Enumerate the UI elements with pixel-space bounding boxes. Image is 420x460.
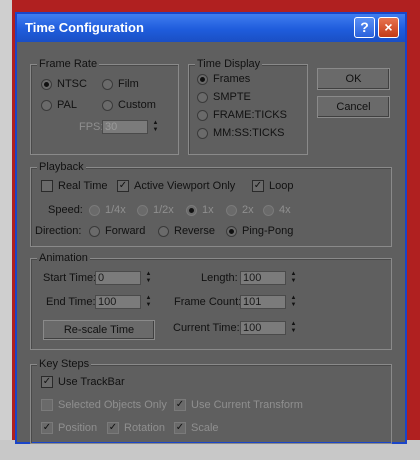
radio-ntsc[interactable]: NTSC — [41, 78, 87, 90]
playback-label: Playback — [37, 161, 86, 173]
radio-indicator — [41, 78, 52, 90]
end-time-label: End Time: — [46, 296, 96, 308]
animation-label: Animation — [37, 252, 90, 264]
radio-pal[interactable]: PAL — [41, 99, 77, 111]
checkbox-rotation[interactable]: ✓ Rotation — [107, 422, 165, 435]
radio-smpte[interactable]: SMPTE — [197, 91, 251, 103]
radio-indicator — [186, 204, 197, 216]
radio-mm-ss-ticks[interactable]: MM:SS:TICKS — [197, 127, 285, 139]
checkbox-active-viewport-only[interactable]: ✓ Active Viewport Only — [117, 180, 235, 193]
check-icon: ✓ — [107, 422, 119, 435]
end-time-spinner[interactable]: ▲ ▼ — [144, 295, 153, 309]
rescale-time-button[interactable]: Re-scale Time — [43, 320, 155, 340]
start-time-field[interactable]: 0 — [95, 271, 141, 285]
time-configuration-dialog: Time Configuration ? × Frame Rate NTSC F… — [15, 12, 407, 444]
fps-spinner[interactable]: ▲ ▼ — [151, 120, 160, 134]
playback-group: Playback Real Time ✓ Active Viewport Only… — [30, 161, 392, 247]
radio-indicator — [197, 127, 208, 139]
length-field[interactable]: 100 — [240, 271, 286, 285]
length-label: Length: — [201, 272, 238, 284]
radio-indicator — [197, 73, 208, 85]
key-steps-group: Key Steps ✓ Use TrackBar Selected Objects… — [30, 358, 392, 444]
help-button[interactable]: ? — [354, 17, 375, 38]
radio-indicator — [102, 78, 113, 90]
title-bar[interactable]: Time Configuration ? × — [17, 14, 405, 42]
radio-direction-ping-pong[interactable]: Ping-Pong — [226, 225, 293, 237]
radio-indicator — [89, 225, 100, 237]
current-time-field[interactable]: 100 — [240, 321, 286, 335]
check-icon: ✓ — [41, 376, 53, 389]
time-display-label: Time Display — [195, 58, 263, 70]
cancel-button[interactable]: Cancel — [317, 96, 390, 118]
radio-indicator — [89, 204, 100, 216]
check-icon: ✓ — [117, 180, 129, 193]
check-icon: ✓ — [41, 422, 53, 435]
key-steps-label: Key Steps — [37, 358, 92, 370]
frame-rate-group: Frame Rate NTSC Film PAL Custom FPS: 30 … — [30, 58, 179, 155]
radio-frames[interactable]: Frames — [197, 73, 250, 85]
check-icon: ✓ — [252, 180, 264, 193]
radio-indicator — [197, 91, 208, 103]
frame-count-label: Frame Count: — [174, 296, 242, 308]
radio-speed-quarter[interactable]: 1/4x — [89, 204, 126, 216]
direction-label: Direction: — [35, 225, 82, 237]
time-display-group: Time Display Frames SMPTE FRAME:TICKS MM… — [188, 58, 308, 155]
radio-indicator — [226, 204, 237, 216]
radio-indicator — [102, 99, 113, 111]
radio-speed-2x[interactable]: 2x — [226, 204, 254, 216]
radio-indicator — [41, 99, 52, 111]
checkbox-position[interactable]: ✓ Position — [41, 422, 97, 435]
radio-indicator — [197, 109, 208, 121]
radio-speed-1x[interactable]: 1x — [186, 204, 214, 216]
start-time-label: Start Time: — [43, 272, 97, 284]
fps-field[interactable]: 30 — [102, 120, 148, 134]
checkbox-loop[interactable]: ✓ Loop — [252, 180, 293, 193]
radio-film[interactable]: Film — [102, 78, 139, 90]
fps-label: FPS: — [79, 121, 104, 133]
start-time-spinner[interactable]: ▲ ▼ — [144, 271, 153, 285]
frame-count-field[interactable]: 101 — [240, 295, 286, 309]
ok-button[interactable]: OK — [317, 68, 390, 90]
radio-direction-forward[interactable]: Forward — [89, 225, 145, 237]
radio-indicator — [158, 225, 169, 237]
check-icon: ✓ — [174, 399, 186, 412]
animation-group: Animation Start Time: 0 ▲ ▼ Length: 100 ▲… — [30, 252, 392, 350]
radio-speed-half[interactable]: 1/2x — [137, 204, 174, 216]
window-title: Time Configuration — [25, 20, 144, 35]
current-time-label: Current Time: — [173, 322, 240, 334]
checkbox-scale[interactable]: ✓ Scale — [174, 422, 219, 435]
current-time-spinner[interactable]: ▲ ▼ — [289, 321, 298, 335]
speed-label: Speed: — [48, 204, 83, 216]
radio-indicator — [226, 225, 237, 237]
checkbox-use-current-transform[interactable]: ✓ Use Current Transform — [174, 399, 303, 412]
check-icon: ✓ — [174, 422, 186, 435]
length-spinner[interactable]: ▲ ▼ — [289, 271, 298, 285]
radio-frame-ticks[interactable]: FRAME:TICKS — [197, 109, 287, 121]
radio-speed-4x[interactable]: 4x — [263, 204, 291, 216]
end-time-field[interactable]: 100 — [95, 295, 141, 309]
radio-indicator — [137, 204, 148, 216]
checkbox-use-trackbar[interactable]: ✓ Use TrackBar — [41, 376, 125, 389]
checkbox-selected-objects-only[interactable]: Selected Objects Only — [41, 399, 167, 412]
checkbox-box — [41, 399, 53, 412]
radio-custom[interactable]: Custom — [102, 99, 156, 111]
frame-count-spinner[interactable]: ▲ ▼ — [289, 295, 298, 309]
close-button[interactable]: × — [378, 17, 399, 38]
frame-rate-label: Frame Rate — [37, 58, 100, 70]
checkbox-real-time[interactable]: Real Time — [41, 180, 108, 193]
radio-direction-reverse[interactable]: Reverse — [158, 225, 215, 237]
radio-indicator — [263, 204, 274, 216]
checkbox-box — [41, 180, 53, 193]
dialog-client-area: Frame Rate NTSC Film PAL Custom FPS: 30 … — [17, 42, 405, 444]
